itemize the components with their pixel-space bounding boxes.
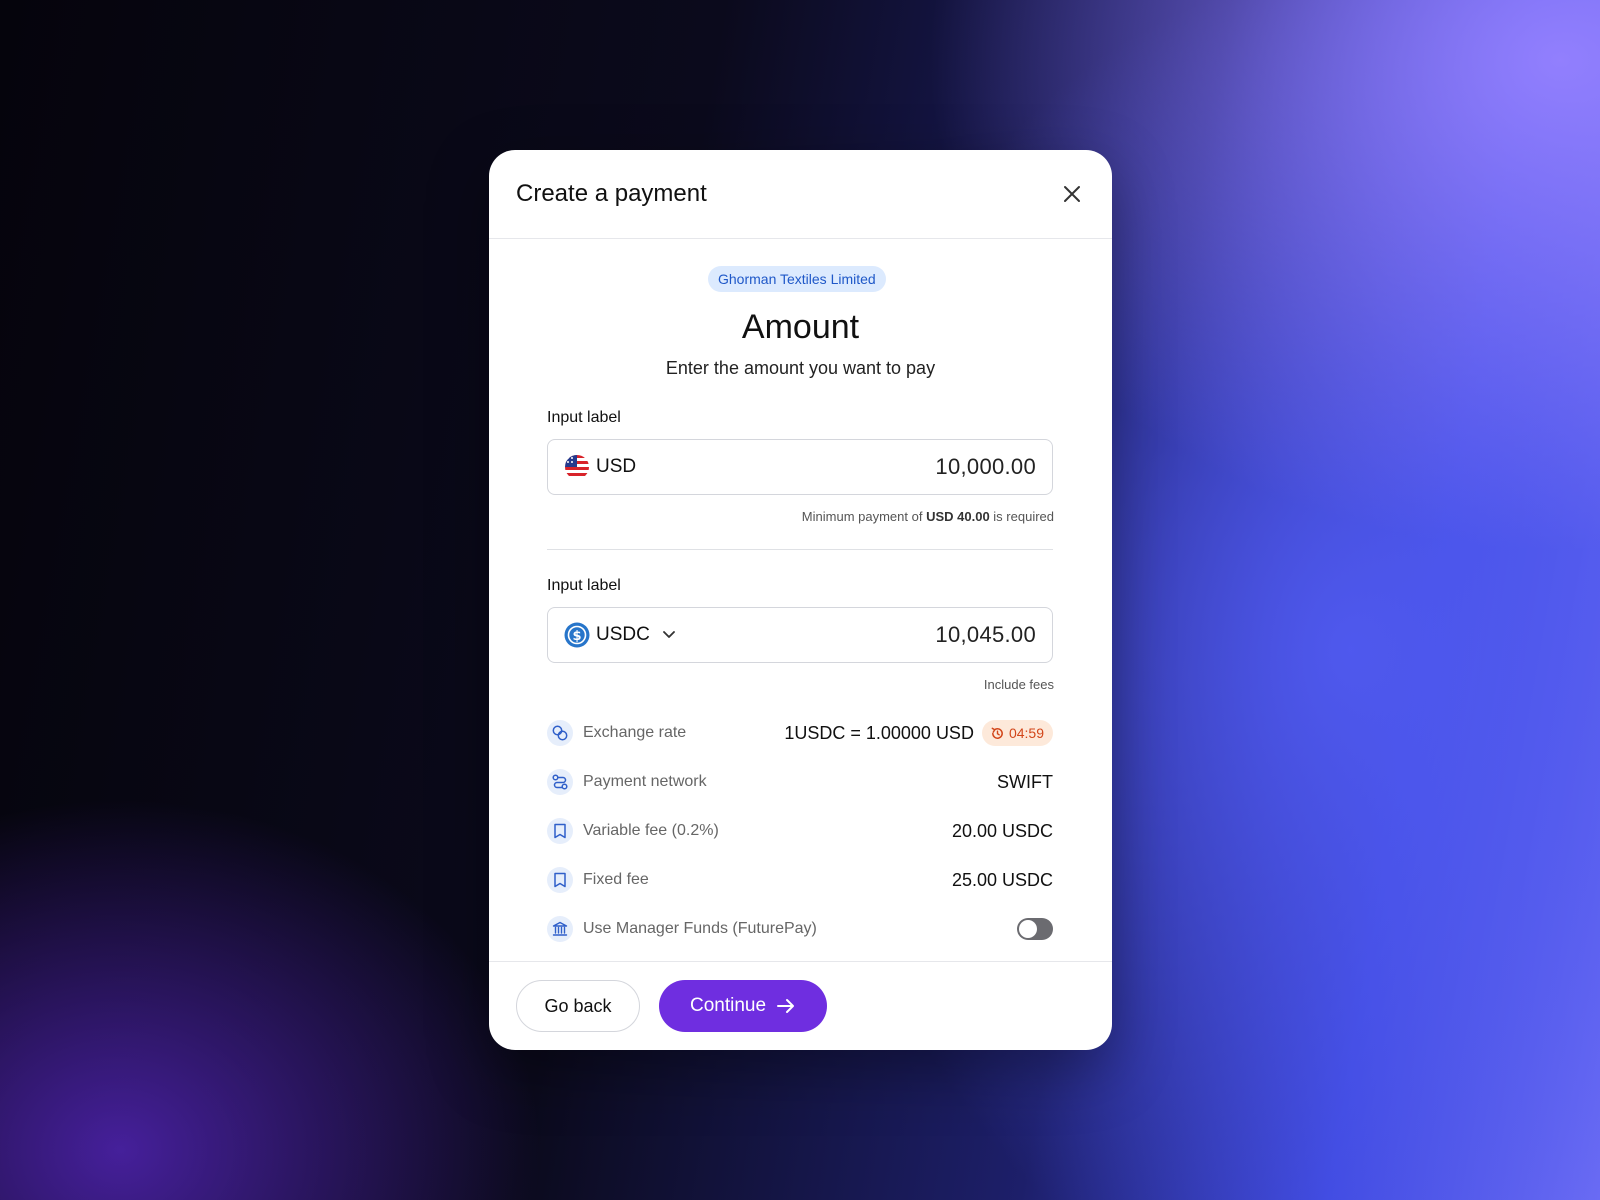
- fixed-fee-row: Fixed fee 25.00 USDC: [547, 865, 1053, 895]
- payment-network-value: SWIFT: [997, 771, 1053, 792]
- route-icon: [547, 769, 573, 795]
- arrow-right-icon: [777, 999, 795, 1013]
- section-divider: [547, 549, 1053, 550]
- receive-amount-label: Input label: [547, 577, 621, 594]
- send-amount-field[interactable]: USD 10,000.00: [547, 439, 1053, 495]
- send-amount-value: 10,000.00: [935, 454, 1036, 479]
- receive-amount-field[interactable]: $ USDC 10,045.00: [547, 607, 1053, 663]
- modal-header: Create a payment: [489, 150, 1112, 239]
- chevron-down-icon: [662, 631, 675, 638]
- payment-modal: Create a payment Ghorman Textiles Limite…: [489, 150, 1112, 1050]
- hint-prefix: Minimum payment of: [801, 509, 923, 524]
- company-badge: Ghorman Textiles Limited: [708, 266, 886, 292]
- close-icon: [1064, 186, 1080, 202]
- receive-amount-value: 10,045.00: [935, 622, 1036, 647]
- continue-button[interactable]: Continue: [659, 980, 827, 1032]
- toggle-knob: [1019, 920, 1037, 938]
- modal-title: Create a payment: [516, 180, 707, 207]
- exchange-rate-label: Exchange rate: [583, 724, 687, 741]
- receive-currency: USDC: [596, 624, 650, 645]
- minimum-payment-hint: Minimum payment of USD 40.00 is required: [802, 509, 1054, 524]
- send-amount-label: Input label: [547, 409, 621, 426]
- modal-footer: Go back Continue: [489, 961, 1112, 1050]
- manager-funds-row: Use Manager Funds (FuturePay): [547, 914, 1053, 944]
- receipt-icon: [547, 818, 573, 844]
- payment-network-row: Payment network SWIFT: [547, 767, 1053, 797]
- bank-icon: [547, 916, 573, 942]
- hint-amount: USD 40.00: [926, 509, 990, 524]
- fixed-fee-value: 25.00 USDC: [951, 869, 1053, 890]
- rate-timer-value: 04:59: [1008, 725, 1044, 741]
- exchange-icon: [547, 720, 573, 746]
- manager-funds-label: Use Manager Funds (FuturePay): [583, 920, 817, 937]
- receipt-icon: [547, 867, 573, 893]
- page-title: Amount: [741, 308, 860, 346]
- us-flag-icon: [565, 455, 589, 479]
- send-currency: USD: [596, 456, 637, 477]
- usdc-icon: $: [564, 622, 590, 648]
- exchange-rate-row: Exchange rate 1USDC = 1.00000 USD 04:59: [547, 718, 1053, 748]
- currency-dropdown[interactable]: [662, 630, 676, 640]
- variable-fee-value: 20.00 USDC: [951, 820, 1053, 841]
- variable-fee-row: Variable fee (0.2%) 20.00 USDC: [547, 816, 1053, 846]
- page-subtitle: Enter the amount you want to pay: [665, 358, 936, 378]
- payment-network-label: Payment network: [583, 773, 707, 790]
- go-back-button[interactable]: Go back: [516, 980, 640, 1032]
- continue-label: Continue: [689, 995, 767, 1016]
- rate-timer-badge: 04:59: [981, 720, 1053, 746]
- include-fees-hint: Include fees: [983, 677, 1054, 692]
- refresh-clock-icon: [991, 727, 1003, 739]
- manager-funds-toggle[interactable]: [1017, 918, 1053, 940]
- variable-fee-label: Variable fee (0.2%): [583, 822, 719, 839]
- svg-text:$: $: [572, 629, 581, 644]
- hint-suffix: is required: [993, 509, 1054, 524]
- exchange-rate-value: 1USDC = 1.00000 USD: [784, 722, 974, 743]
- fixed-fee-label: Fixed fee: [583, 871, 649, 888]
- close-button[interactable]: [1058, 180, 1086, 208]
